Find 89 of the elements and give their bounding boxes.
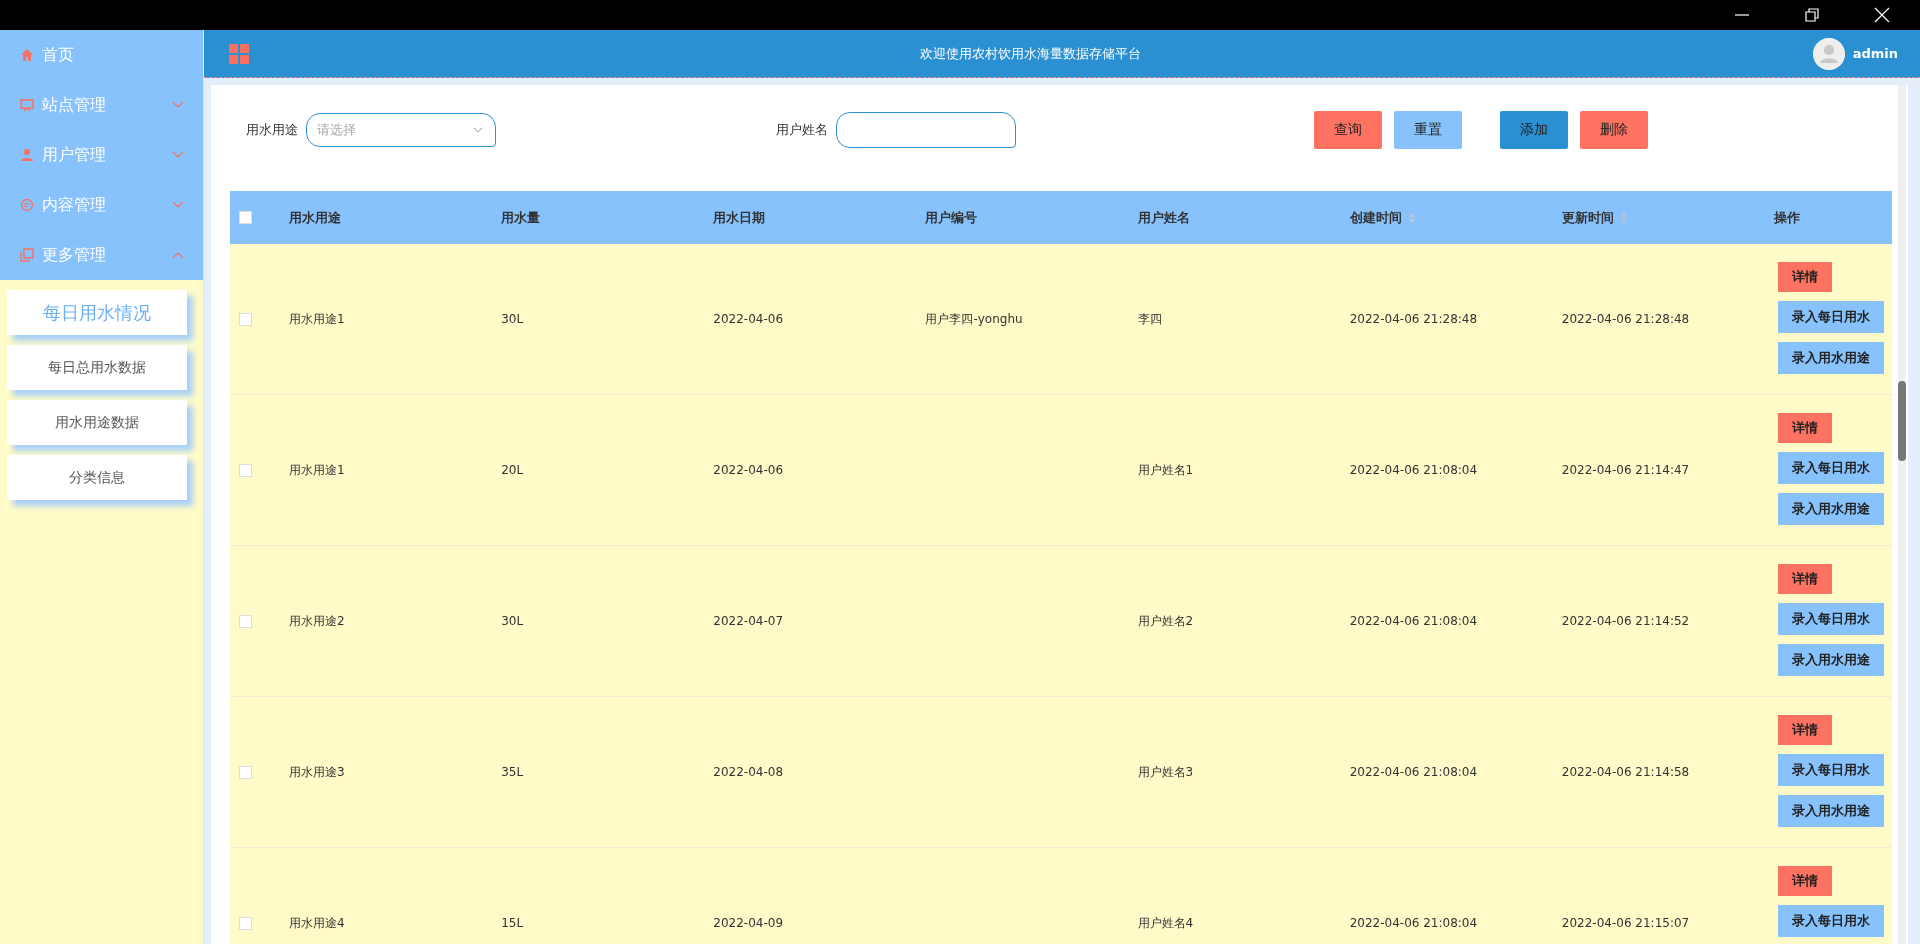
row-checkbox[interactable] — [239, 916, 252, 930]
action-button[interactable]: 录入每日用水 — [1777, 905, 1884, 937]
action-button[interactable]: 详情 — [1777, 866, 1832, 896]
chevron-down-icon — [471, 125, 485, 135]
column-header: 用水用途 — [289, 209, 342, 225]
sort-icon — [1619, 212, 1628, 224]
table-cell: 20L — [501, 463, 524, 477]
table-cell: 用户李四-yonghu — [925, 311, 1023, 326]
page-title: 欢迎使用农村饮用水海量数据存储平台 — [919, 44, 1143, 63]
search-button[interactable]: 删除 — [1580, 111, 1648, 149]
copy-icon — [20, 248, 34, 262]
column-header: 用户姓名 — [1137, 209, 1190, 225]
search-button[interactable]: 查询 — [1314, 111, 1382, 149]
table-cell: 2022-04-06 21:28:48 — [1349, 312, 1478, 326]
table-cell: 2022-04-09 — [713, 916, 784, 930]
menu-label: 首页 — [42, 44, 75, 66]
row-checkbox[interactable] — [239, 614, 252, 628]
menu-label: 站点管理 — [42, 94, 107, 116]
table-cell: 用户姓名2 — [1137, 613, 1194, 628]
table-cell: 2022-04-06 21:14:47 — [1561, 463, 1690, 477]
action-button[interactable]: 详情 — [1777, 262, 1832, 292]
monitor-icon — [20, 98, 34, 112]
submenu-item[interactable]: 每日总用水数据 — [7, 345, 187, 390]
table-cell: 用水用途1 — [289, 311, 345, 326]
column-header: 用户编号 — [925, 209, 978, 225]
table-cell: 2022-04-06 21:15:07 — [1561, 916, 1690, 930]
select-all-checkbox[interactable] — [239, 211, 252, 224]
table-cell: 用水用途4 — [289, 915, 345, 930]
action-button[interactable]: 录入每日用水 — [1777, 301, 1884, 333]
action-button[interactable]: 录入每日用水 — [1777, 603, 1884, 635]
table-cell: 2022-04-06 21:08:04 — [1349, 614, 1478, 628]
table-cell: 用户姓名1 — [1137, 462, 1194, 477]
table-cell: 2022-04-06 21:08:04 — [1349, 765, 1478, 779]
submenu-item[interactable]: 分类信息 — [7, 455, 187, 500]
menu-label: 更多管理 — [42, 244, 107, 266]
field-label: 用户姓名 — [776, 121, 828, 139]
action-button[interactable]: 录入用水用途 — [1777, 795, 1884, 827]
submenu-item[interactable]: 用水用途数据 — [7, 400, 187, 445]
home-icon — [20, 48, 34, 62]
action-button[interactable]: 详情 — [1777, 413, 1832, 443]
avatar-icon[interactable] — [1812, 37, 1845, 70]
text-field[interactable] — [836, 112, 1016, 148]
column-header[interactable]: 创建时间 — [1349, 209, 1416, 225]
table-cell: 用水用途1 — [289, 462, 345, 477]
sort-icon — [1407, 212, 1416, 224]
restore-icon[interactable] — [1802, 5, 1822, 25]
action-button[interactable]: 录入用水用途 — [1777, 493, 1884, 525]
table-cell: 2022-04-08 — [713, 765, 784, 779]
menu-label: 用户管理 — [42, 144, 107, 166]
row-checkbox[interactable] — [239, 463, 252, 477]
action-button[interactable]: 录入每日用水 — [1777, 452, 1884, 484]
person-icon — [20, 148, 34, 162]
column-header: 用水量 — [501, 209, 541, 225]
table-cell: 2022-04-06 21:08:04 — [1349, 463, 1478, 477]
table-cell: 35L — [501, 765, 524, 779]
table-cell: 用水用途2 — [289, 613, 345, 628]
action-button[interactable]: 录入每日用水 — [1777, 754, 1884, 786]
column-header: 操作 — [1773, 209, 1800, 225]
table-cell: 李四 — [1137, 311, 1162, 326]
table-cell: 30L — [501, 312, 524, 326]
chat-icon — [20, 198, 34, 212]
table-cell: 2022-04-07 — [713, 614, 784, 628]
row-checkbox[interactable] — [239, 765, 252, 779]
search-button[interactable]: 添加 — [1500, 111, 1568, 149]
table-cell: 2022-04-06 21:14:58 — [1561, 765, 1690, 779]
scrollbar[interactable] — [1898, 85, 1906, 944]
column-header[interactable]: 更新时间 — [1561, 209, 1628, 225]
table-cell: 2022-04-06 21:14:52 — [1561, 614, 1690, 628]
action-button[interactable]: 详情 — [1777, 715, 1832, 745]
menu-label: 内容管理 — [42, 194, 107, 216]
action-button[interactable]: 录入用水用途 — [1777, 342, 1884, 374]
table-cell: 2022-04-06 — [713, 463, 784, 477]
row-checkbox[interactable] — [239, 312, 252, 326]
search-button[interactable]: 重置 — [1394, 111, 1462, 149]
username[interactable]: admin — [1852, 46, 1898, 61]
table-cell: 用户姓名3 — [1137, 764, 1194, 779]
table-cell: 2022-04-06 21:28:48 — [1561, 312, 1690, 326]
table-cell: 2022-04-06 21:08:04 — [1349, 916, 1478, 930]
table-cell: 用户姓名4 — [1137, 915, 1194, 930]
table-cell: 30L — [501, 614, 524, 628]
action-button[interactable]: 录入用水用途 — [1777, 644, 1884, 676]
close-icon[interactable] — [1872, 5, 1892, 25]
field-label: 用水用途 — [246, 121, 298, 139]
grid-icon[interactable] — [229, 43, 249, 64]
table-cell: 2022-04-06 — [713, 312, 784, 326]
table-cell: 用水用途3 — [289, 764, 345, 779]
table-cell: 15L — [501, 916, 524, 930]
action-button[interactable]: 详情 — [1777, 564, 1832, 594]
column-header: 用水日期 — [713, 209, 766, 225]
